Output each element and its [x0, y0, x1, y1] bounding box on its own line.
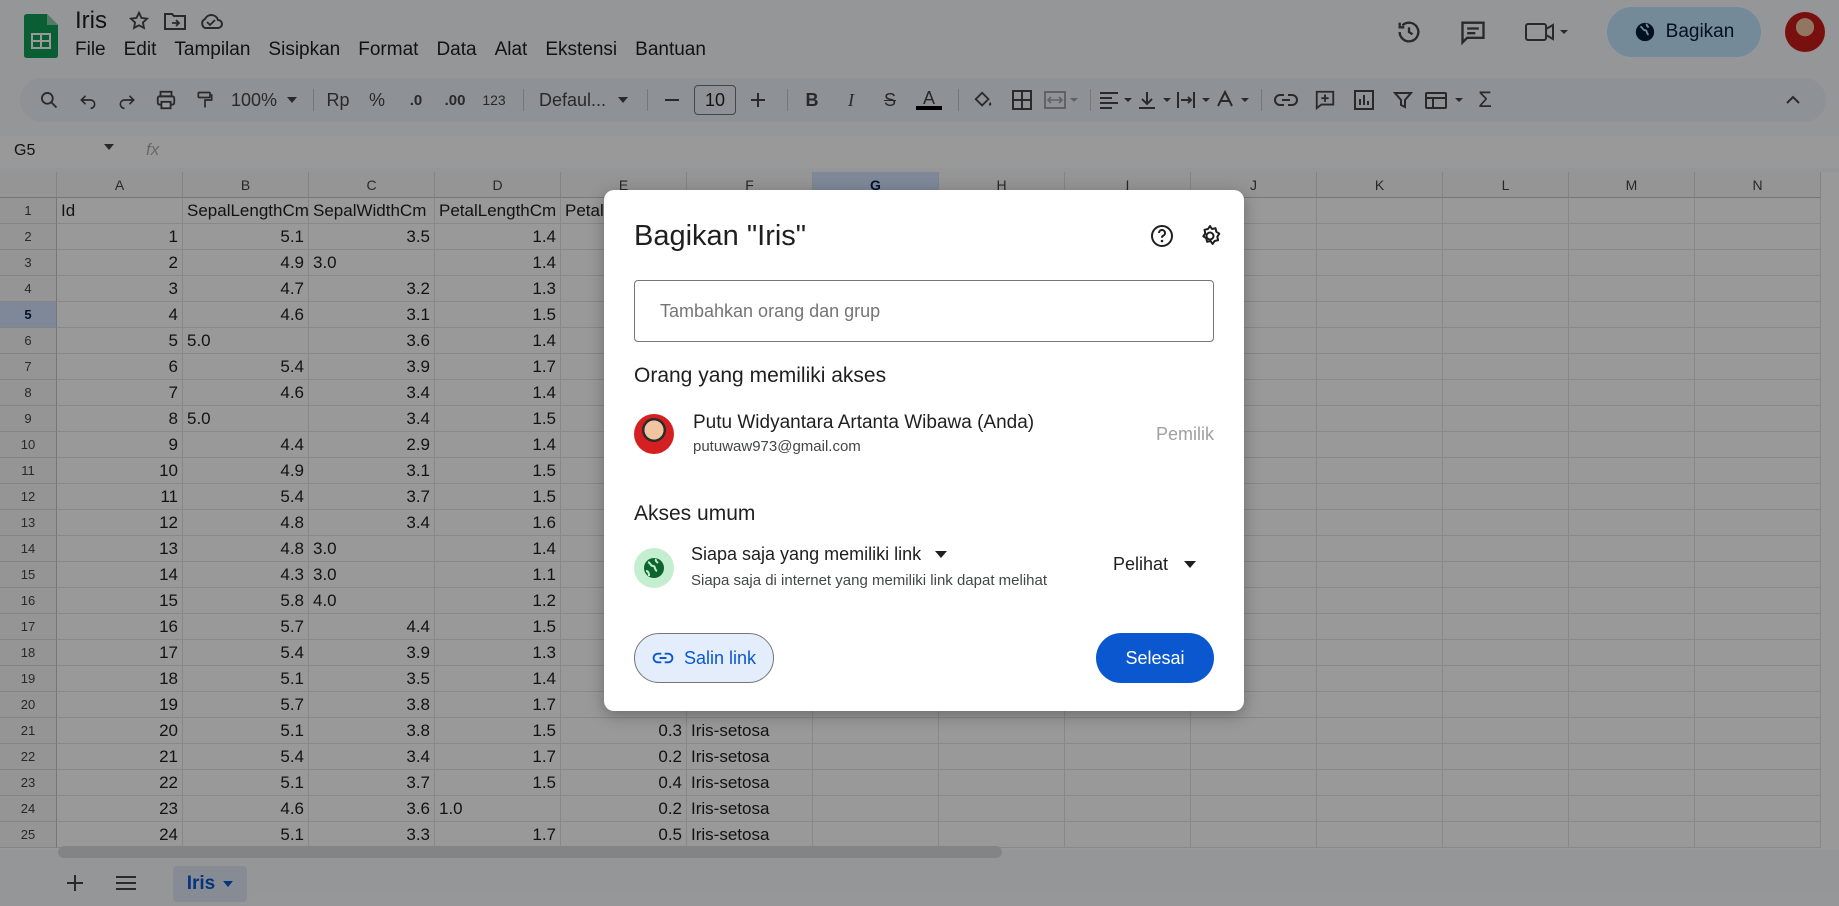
copy-link-button[interactable]: Salin link	[634, 633, 774, 683]
help-icon[interactable]	[1150, 224, 1174, 253]
general-access-heading: Akses umum	[634, 502, 756, 525]
chevron-down-icon	[935, 551, 948, 558]
globe-icon	[634, 548, 674, 588]
person-email: putuwaw973@gmail.com	[693, 438, 861, 455]
general-role-value: Pelihat	[1112, 554, 1168, 574]
settings-gear-icon[interactable]	[1198, 224, 1222, 253]
person-name: Putu Widyantara Artanta Wibawa (Anda)	[693, 412, 1035, 433]
link-icon	[652, 652, 674, 664]
share-dialog: Bagikan "Iris" Orang yang memiliki akses…	[604, 190, 1244, 711]
done-button[interactable]: Selesai	[1096, 633, 1214, 683]
add-people-input[interactable]	[634, 280, 1214, 342]
chevron-down-icon	[1184, 561, 1196, 568]
general-access-select[interactable]: Siapa saja yang memiliki link	[691, 544, 948, 565]
general-role-select[interactable]: Pelihat	[1113, 554, 1196, 575]
general-access-row: Siapa saja yang memiliki link Siapa saja…	[634, 544, 1214, 598]
general-access-title: Siapa saja yang memiliki link	[691, 544, 922, 564]
person-role: Pemilik	[1155, 424, 1214, 444]
dialog-title: Bagikan "Iris"	[634, 220, 807, 252]
general-access-description: Siapa saja di internet yang memiliki lin…	[691, 572, 1048, 589]
avatar	[634, 414, 674, 454]
copy-link-label: Salin link	[683, 647, 757, 668]
person-row: Putu Widyantara Artanta Wibawa (Anda) pu…	[634, 412, 1214, 464]
people-access-heading: Orang yang memiliki akses	[634, 364, 887, 387]
